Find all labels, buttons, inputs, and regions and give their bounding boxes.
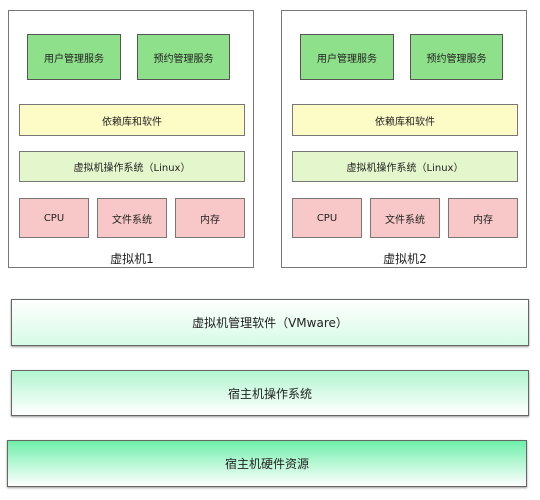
- filesystem-box: 文件系统: [370, 198, 440, 238]
- dependencies-box: 依赖库和软件: [19, 104, 245, 136]
- cpu-box: CPU: [19, 198, 89, 238]
- guest-os-box: 虚拟机操作系统（Linux）: [292, 151, 518, 182]
- cpu-box: CPU: [292, 198, 362, 238]
- dependencies-box: 依赖库和软件: [292, 104, 518, 136]
- hypervisor-layer: 虚拟机管理软件（VMware）: [11, 299, 529, 346]
- memory-box: 内存: [175, 198, 245, 238]
- guest-os-box: 虚拟机操作系统（Linux）: [19, 151, 245, 182]
- booking-service-box: 预约管理服务: [137, 34, 230, 80]
- host-os-layer: 宿主机操作系统: [11, 370, 529, 416]
- filesystem-box: 文件系统: [97, 198, 167, 238]
- user-service-box: 用户管理服务: [300, 34, 394, 80]
- memory-box: 内存: [448, 198, 518, 238]
- vm-label: 虚拟机1: [110, 251, 154, 266]
- vm-label: 虚拟机2: [383, 251, 427, 266]
- booking-service-box: 预约管理服务: [410, 34, 503, 80]
- host-hardware-layer: 宿主机硬件资源: [7, 440, 527, 487]
- user-service-box: 用户管理服务: [27, 34, 121, 80]
